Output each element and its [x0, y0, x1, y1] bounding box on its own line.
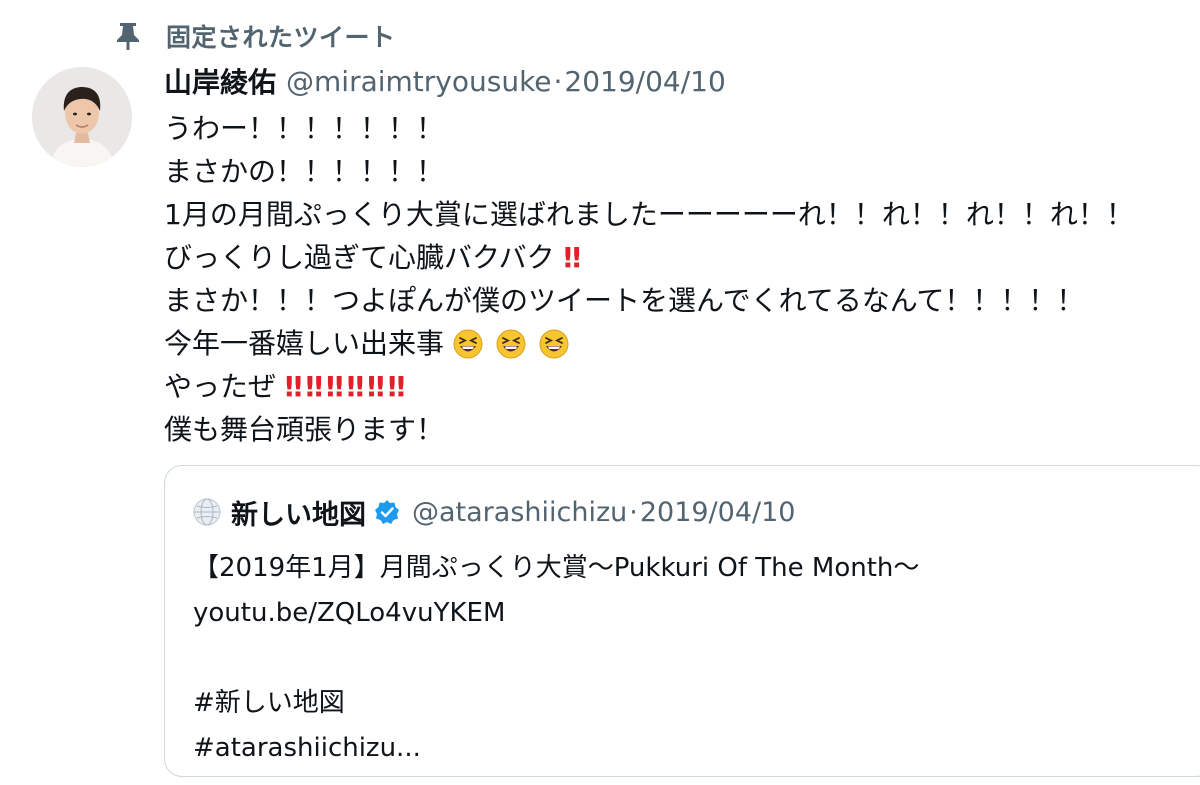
- quoted-tweet-header: 新しい地図 @atarashiichizu · 2019/04/10: [193, 492, 795, 532]
- separator-dot: ·: [629, 496, 638, 528]
- quoted-tweet-card[interactable]: 新しい地図 @atarashiichizu · 2019/04/10 【2019…: [164, 465, 1200, 777]
- grinning-squinting-face-icon: [539, 329, 569, 359]
- quoted-tweet-link[interactable]: youtu.be/ZQLo4vuYKEM: [193, 591, 1193, 636]
- double-exclamation-emoji: ‼: [305, 370, 322, 403]
- separator-dot: ·: [553, 64, 563, 98]
- pinned-indicator: 固定されたツイート: [112, 18, 396, 54]
- tweet-line: 今年一番嬉しい出来事: [164, 322, 1194, 365]
- tweet-date[interactable]: 2019/04/10: [564, 65, 725, 98]
- tweet-line: うわー！！！！！！！: [164, 112, 445, 145]
- double-exclamation-emoji: ‼: [346, 370, 364, 403]
- double-exclamation-emoji: ‼: [367, 370, 384, 403]
- tweet-text: うわー！！！！！！！ まさかの！！！！！！ 1月の月間ぷっくり大賞に選ばれました…: [164, 107, 1194, 451]
- grinning-squinting-face-icon: [496, 329, 526, 359]
- double-exclamation-emoji: ‼: [387, 370, 405, 403]
- tweet-header: 山岸綾佑 @miraimtryousuke · 2019/04/10: [164, 60, 726, 102]
- quoted-tweet-line: 【2019年1月】月間ぷっくり大賞〜Pukkuri Of The Month〜: [193, 553, 920, 583]
- grinning-squinting-face-icon: [453, 329, 483, 359]
- tweet-line: 1月の月間ぷっくり大賞に選ばれましたーーーーーれ！！れ！！れ！！れ！！: [164, 198, 1134, 231]
- verified-badge-icon: [375, 500, 399, 524]
- tweet-line: びっくりし過ぎて心臓バクバク ‼: [164, 236, 1194, 279]
- double-exclamation-emoji: ‼: [284, 370, 302, 403]
- quoted-tweet-text: 【2019年1月】月間ぷっくり大賞〜Pukkuri Of The Month〜 …: [193, 546, 1193, 771]
- tweet-line-text: 今年一番嬉しい出来事: [164, 327, 445, 360]
- pinned-label: 固定されたツイート: [166, 23, 396, 52]
- pinned-tweet[interactable]: 固定されたツイート 山岸綾佑 @miraimtryousuke · 2019/0…: [0, 0, 1200, 785]
- avatar[interactable]: [32, 67, 132, 167]
- display-name[interactable]: 山岸綾佑: [164, 61, 276, 101]
- tweet-line: 僕も舞台頑張ります！: [164, 413, 445, 446]
- avatar-photo: [32, 67, 132, 167]
- quoted-tweet-hashtag[interactable]: #atarashiichizu...: [193, 726, 1193, 771]
- tweet-line-text: びっくりし過ぎて心臓バクバク: [164, 241, 555, 274]
- tweet-line: やったぜ ‼ ‼ ‼ ‼ ‼ ‼: [164, 365, 1194, 408]
- tweet-line: まさか！！！つよぽんが僕のツイートを選んでくれてるなんて！！！！！: [164, 284, 1085, 317]
- tweet-line: まさかの！！！！！！: [164, 155, 445, 188]
- quoted-avatar-globe-icon[interactable]: [193, 498, 221, 526]
- quoted-tweet-date[interactable]: 2019/04/10: [640, 497, 796, 528]
- quoted-display-name[interactable]: 新しい地図: [231, 493, 366, 532]
- pin-icon: [117, 23, 139, 50]
- user-handle[interactable]: @miraimtryousuke: [286, 65, 552, 98]
- double-exclamation-emoji: ‼: [563, 241, 581, 274]
- double-exclamation-emoji: ‼: [326, 370, 343, 403]
- quoted-tweet-hashtag[interactable]: #新しい地図: [193, 681, 1193, 726]
- quoted-user-handle[interactable]: @atarashiichizu: [412, 497, 627, 528]
- tweet-line-text: やったぜ: [164, 370, 277, 403]
